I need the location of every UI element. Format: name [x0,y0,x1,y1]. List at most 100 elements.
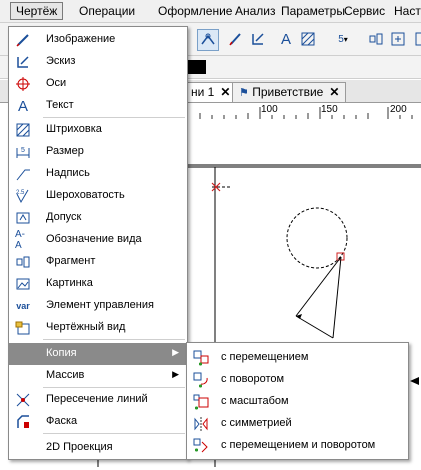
menu-item-4[interactable]: A Текст [9,95,187,117]
menu-item-label: Обозначение вида [46,233,142,245]
submenu-item-2[interactable]: с поворотом [187,369,408,391]
menu-item-6[interactable]: 5 Размер [9,141,187,163]
menu-item-label: Картинка [46,277,93,289]
menu-item-label: Эскиз [46,55,76,67]
menu-item-10[interactable]: A-A Обозначение вида [9,229,187,251]
menu-chertezh[interactable]: Чертёж [10,2,64,20]
horizontal-ruler: 100 150 200 [188,103,421,120]
tab-welcome-label: Приветствие [252,85,324,99]
menu-separator [43,117,185,118]
menu-item-11[interactable]: Фрагмент [9,251,187,273]
submenu-item-3[interactable]: с масштабом [187,391,408,413]
menu-item-label: Пересечение линий [46,393,148,405]
sketch-tool-icon[interactable] [248,29,268,49]
submenu-arrow-icon: ▶ [172,369,179,379]
hatch-icon [15,122,31,138]
menu-item-2[interactable]: Эскиз [9,51,187,73]
intersection-icon [15,392,31,408]
chertezh-dropdown: Изображение Эскиз Оси A Текст Штриховка 5 Разме… [8,26,188,460]
menu-item-15[interactable]: Копия ▶ [9,343,187,365]
submenu-arrow-icon: ▶ [172,347,179,357]
menu-separator [43,387,185,388]
menu-servis[interactable]: Сервис [339,3,390,19]
menu-item-8[interactable]: 2.5 Шероховатость [9,185,187,207]
roughness-icon: 2.5 [15,188,31,204]
menu-operatsii[interactable]: Операции [74,3,140,19]
copy-scale-icon [193,394,209,410]
tab-welcome[interactable]: ⚑ Приветствие ✕ [232,82,347,102]
chamfer-icon [15,414,31,430]
menu-nastroyki[interactable]: Настр [389,3,421,19]
copy-move-rotate-icon [193,438,209,454]
menu-item-label: Чертёжный вид [46,321,126,333]
menu-item-13[interactable]: var Элемент управления [9,295,187,317]
menu-item-label: Копия [46,347,77,359]
svg-text:2.5: 2.5 [16,190,25,196]
snap-toggle-icon[interactable] [197,29,219,51]
submenu-item-1[interactable]: с перемещением [187,347,408,369]
menu-separator [43,339,185,340]
submenu-item-label: с поворотом [221,373,285,385]
empty-icon [15,440,31,456]
menu-item-label: Текст [46,99,74,111]
dimension-icon: 5 [15,144,31,160]
menu-item-label: 2D Проекция [46,441,113,453]
close-icon[interactable]: ✕ [220,85,230,99]
menu-item-label: Оси [46,77,67,89]
menu-item-label: Надпись [46,167,90,179]
ruler-ticks [199,107,413,119]
text-tool-icon[interactable]: A [276,29,296,49]
menu-item-7[interactable]: Надпись [9,163,187,185]
menu-item-1[interactable]: Изображение [9,29,187,51]
hatch-tool-icon[interactable] [298,29,318,49]
menu-bar: Чертёж Операции Оформление Анализ Параме… [0,0,421,23]
tab-drawing-label: ни 1 [191,85,215,99]
submenu-item-4[interactable]: с симметрией [187,413,408,435]
menu-item-16[interactable]: Массив ▶ [9,365,187,387]
view-tool-icon[interactable] [388,29,408,49]
menu-item-19[interactable]: 2D Проекция [9,437,187,459]
copy-rotate-icon [193,372,209,388]
kopiya-submenu: с перемещением с поворотом с масштабом с си… [186,342,409,460]
drawing-view-icon [15,320,31,336]
leader-icon [15,166,31,182]
menu-item-label: Фаска [46,415,78,427]
menu-item-label: Допуск [46,211,82,223]
menu-item-label: Массив [46,369,85,381]
menu-item-5[interactable]: Штриховка [9,119,187,141]
picture-icon [15,276,31,292]
close-icon[interactable]: ✕ [329,85,339,99]
flag-icon: ⚑ [239,87,249,99]
pen-icon [15,32,31,48]
empty-icon [15,346,31,362]
menu-item-14[interactable]: Чертёжный вид [9,317,187,339]
fragment-icon [15,254,31,270]
menu-separator [43,433,185,434]
submenu-item-5[interactable]: с перемещением и поворотом [187,435,408,457]
menu-item-9[interactable]: Допуск [9,207,187,229]
menu-item-label: Шероховатость [46,189,125,201]
menu-item-3[interactable]: Оси [9,73,187,95]
toolbar-more-icon[interactable] [410,29,421,49]
menu-item-12[interactable]: Картинка [9,273,187,295]
empty-icon [15,368,31,384]
menu-item-label: Изображение [46,33,116,45]
variable-icon: var [16,301,30,311]
view-mark-icon: A-A [15,229,25,251]
menu-item-18[interactable]: Фаска [9,411,187,433]
copy-mirror-icon [193,416,209,432]
menu-item-label: Размер [46,145,84,157]
menu-analiz[interactable]: Анализ [230,3,281,19]
dimension-tool-icon[interactable]: 5 ▾ [330,29,356,49]
menu-item-label: Элемент управления [46,299,154,311]
menu-oformlenie[interactable]: Оформление [153,3,237,19]
submenu-item-label: с перемещением [221,351,309,363]
fragment-tool-icon[interactable] [366,29,386,49]
tolerance-icon [15,210,31,226]
menu-item-17[interactable]: Пересечение линий [9,389,187,411]
submenu-item-label: с масштабом [221,395,289,407]
menu-item-label: Фрагмент [46,255,96,267]
pen-tool-icon[interactable] [226,29,246,49]
submenu-item-label: с симметрией [221,417,292,429]
tab-drawing[interactable]: ни 1 ✕ [184,82,238,102]
